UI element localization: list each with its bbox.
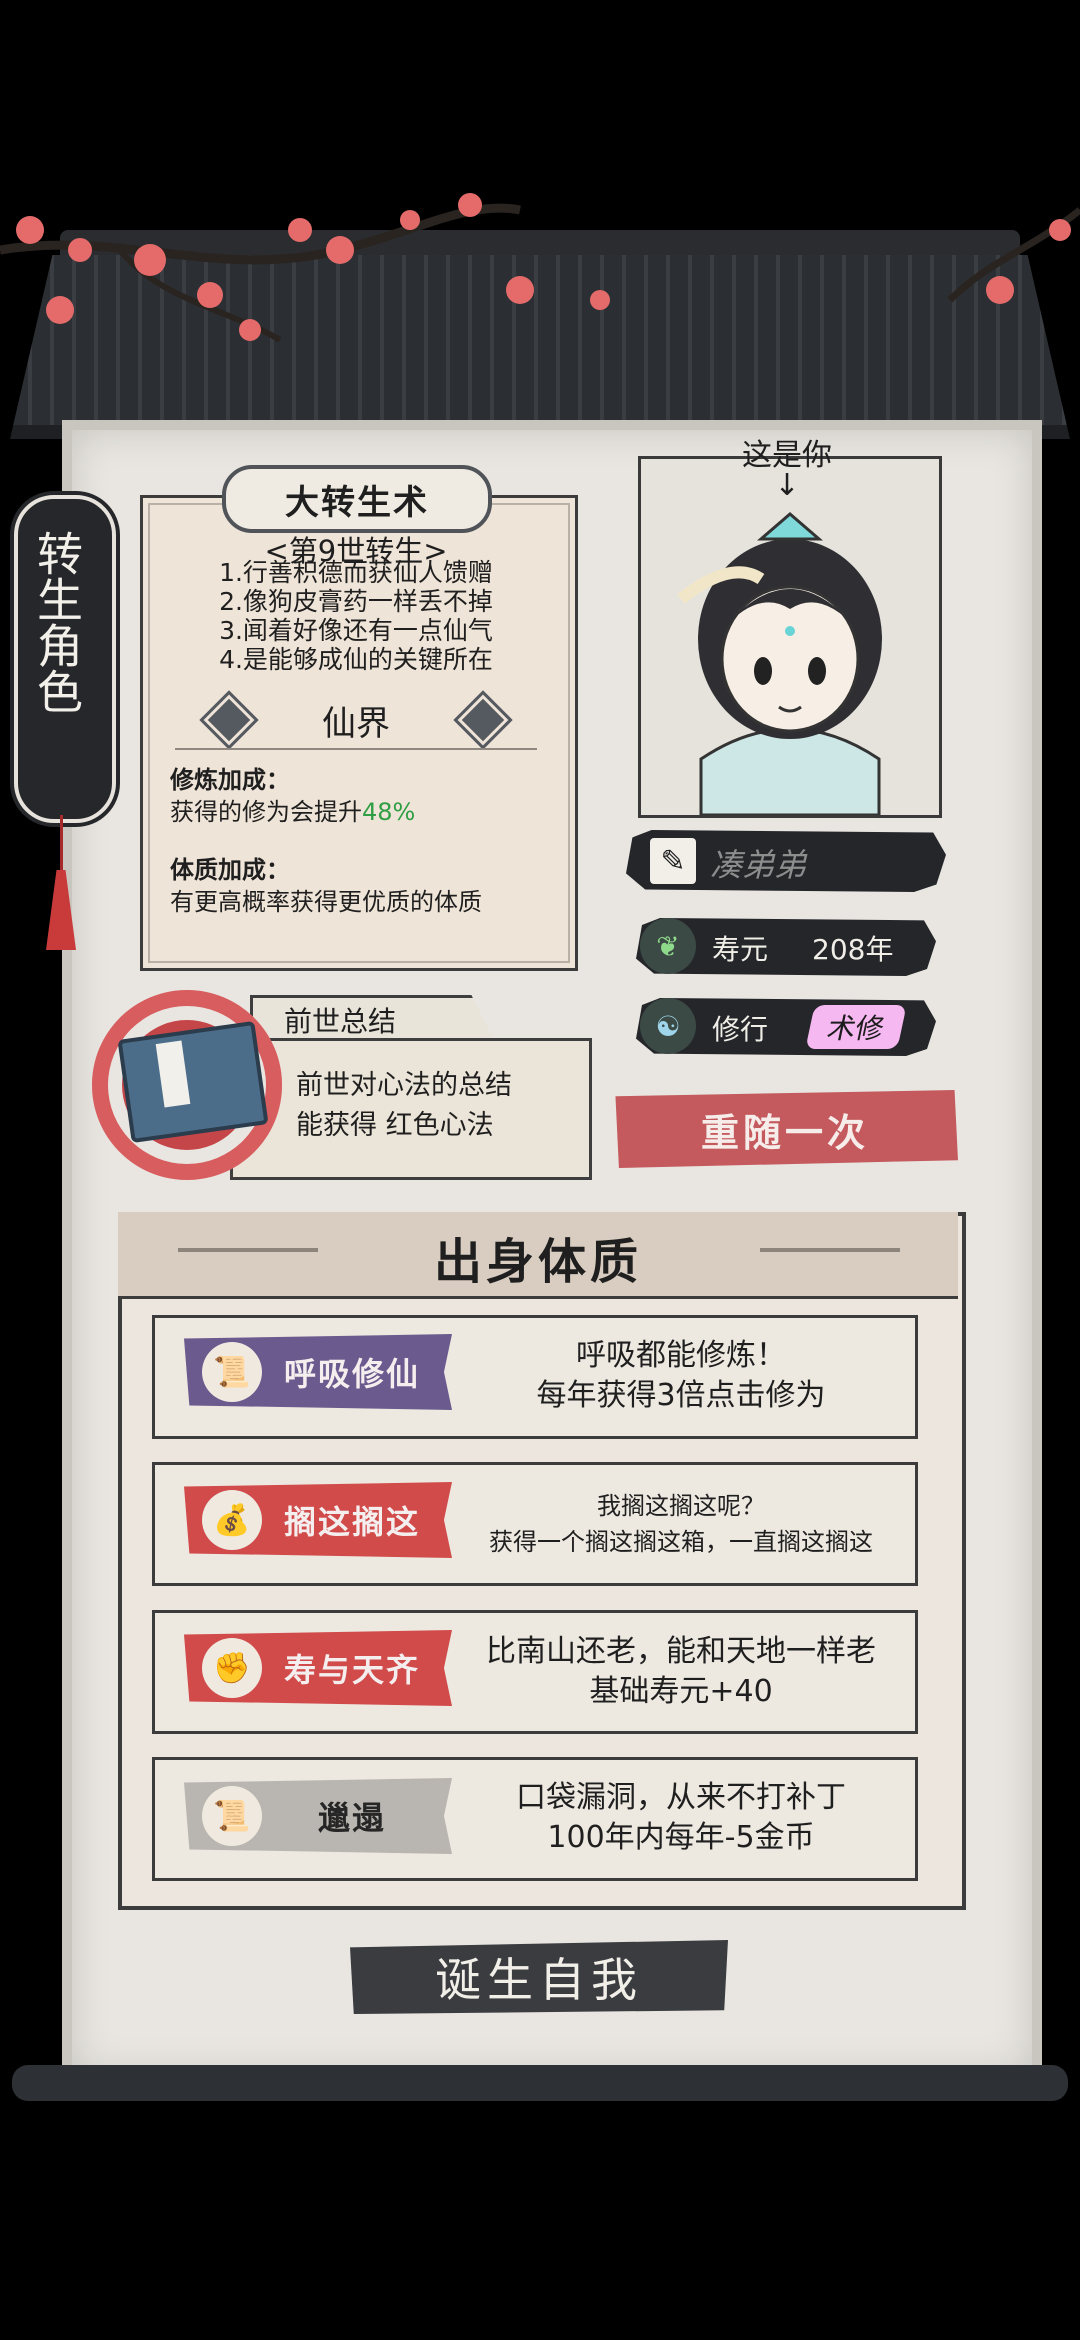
tassel-cord (60, 815, 63, 875)
physique-bonus-text: 有更高概率获得更优质的体质 (170, 888, 482, 916)
trait-name: 搁这搁这 (283, 1503, 420, 1541)
realm-next-button[interactable] (453, 690, 513, 750)
trait-desc-line: 我搁这搁这呢？ (597, 1492, 765, 1520)
meditation-icon: ☯ (640, 998, 696, 1054)
reroll-button[interactable]: 重随一次 (615, 1090, 958, 1168)
technique-lines: 1.行善积德而获仙人馈赠 2.像狗皮膏药一样丢不掉 3.闻着好像还有一点仙气 4… (150, 558, 562, 674)
past-life-tab-label: 前世总结 (284, 1005, 397, 1038)
lifespan-value: 208年 (812, 933, 894, 966)
trait-name: 寿与天齐 (283, 1651, 420, 1689)
cultivation-bonus-desc: 获得的修为会提升 (170, 798, 362, 826)
scroll-icon: 📜 (202, 1786, 262, 1846)
trait-name: 呼吸修仙 (283, 1355, 420, 1393)
trait-name: 邋遢 (317, 1799, 386, 1837)
player-name[interactable]: 凑弟弟 (710, 840, 806, 886)
birth-button[interactable]: 诞生自我 (350, 1940, 728, 2014)
edit-icon[interactable]: ✎ (650, 838, 696, 884)
technique-title: 大转生术 (222, 465, 492, 533)
book-icon (117, 1020, 269, 1144)
trait-desc-line: 基础寿元+40 (589, 1674, 773, 1709)
technique-line: 2.像狗皮膏药一样丢不掉 (219, 587, 493, 616)
trait-desc-line: 每年获得3倍点击修为 (536, 1378, 826, 1413)
realm-selector: 仙界 (199, 690, 513, 750)
trait-desc-line: 比南山还老，能和天地一样老 (486, 1634, 876, 1669)
practice-label: 修行 (712, 1013, 769, 1046)
realm-prev-button[interactable] (199, 690, 259, 750)
fist-icon: ✊ (202, 1638, 262, 1698)
physique-bonus-title: 体质加成： (170, 856, 290, 884)
character-avatar (677, 512, 882, 817)
character-portrait (638, 456, 942, 818)
technique-line: 3.闻着好像还有一点仙气 (219, 616, 493, 645)
realm-label: 仙界 (322, 703, 390, 744)
bag-icon: 💰 (202, 1490, 262, 1550)
trait-desc-line: 获得一个搁这搁这箱，一直搁这搁这 (489, 1528, 873, 1556)
trait-banner: 💰 搁这搁这 (184, 1482, 452, 1558)
roof-tiles (10, 255, 1070, 439)
practice-value: 术修 (805, 1005, 907, 1049)
physique-bonus: 体质加成： 有更高概率获得更优质的体质 (170, 854, 482, 918)
trait-banner: ✊ 寿与天齐 (184, 1630, 452, 1706)
down-arrow-icon: ↓ (774, 468, 800, 503)
diamond-right-icon (453, 690, 513, 750)
diamond-left-icon (199, 690, 259, 750)
origin-title: 出身体质 (433, 1234, 642, 1290)
trait-desc-line: 100年内每年-5金币 (547, 1820, 815, 1855)
past-life-line: 前世对心法的总结 (296, 1070, 512, 1101)
technique-line: 1.行善积德而获仙人馈赠 (219, 558, 493, 587)
cultivation-bonus-value: 48% (362, 798, 416, 826)
practice-badge: 术修 (805, 1005, 907, 1049)
leaf-icon: ❦ (640, 918, 696, 974)
trait-desc: 我搁这搁这呢？ 获得一个搁这搁这箱，一直搁这搁这 (452, 1488, 910, 1560)
scroll-icon: 📜 (202, 1342, 262, 1402)
bottom-beam (12, 2065, 1068, 2101)
lifespan-label: 寿元 (712, 933, 769, 966)
past-life-line: 能获得 红色心法 (296, 1110, 494, 1141)
cultivation-bonus-title: 修炼加成： (170, 766, 290, 794)
trait-desc-line: 口袋漏洞，从来不打补丁 (516, 1780, 846, 1815)
divider (175, 748, 537, 750)
trait-desc: 呼吸都能修炼！ 每年获得3倍点击修为 (452, 1336, 910, 1416)
technique-line: 4.是能够成仙的关键所在 (219, 645, 493, 674)
cultivation-bonus-text: 获得的修为会提升48% (170, 796, 415, 828)
trait-banner: 📜 呼吸修仙 (184, 1334, 452, 1410)
trait-banner: 📜 邋遢 (184, 1778, 452, 1854)
cultivation-bonus: 修炼加成： 获得的修为会提升48% (170, 764, 415, 828)
side-tag-label: 转生角色 (30, 530, 84, 714)
trait-desc: 口袋漏洞，从来不打补丁 100年内每年-5金币 (452, 1778, 910, 1858)
trait-desc-line: 呼吸都能修炼！ (576, 1338, 786, 1373)
trait-desc: 比南山还老，能和天地一样老 基础寿元+40 (452, 1632, 910, 1712)
past-life-desc: 前世对心法的总结 能获得 红色心法 (296, 1066, 512, 1146)
